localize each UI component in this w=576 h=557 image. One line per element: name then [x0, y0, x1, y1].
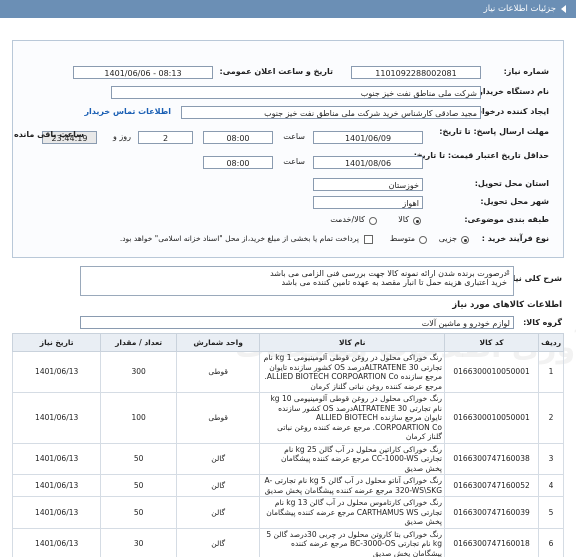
treasury-payment-checkbox[interactable] — [364, 235, 373, 244]
purchase-type-label: نوع فرآیند خرید : — [481, 234, 549, 243]
table-row[interactable]: 5 0166300747160039 رنگ خوراکی کارتاموس محل… — [11, 496, 564, 529]
goods-table: ردیف کد کالا نام کالا واحد شمارش تعداد /… — [11, 333, 564, 557]
deadline-time-field: 08:00 — [203, 131, 273, 144]
day-label: روز و — [113, 132, 131, 141]
category-goods-service-radio[interactable] — [369, 217, 377, 225]
goods-section-title: اطلاعات کالاهای مورد نیاز — [452, 300, 562, 310]
row-number-cell: 6 — [538, 527, 564, 557]
goods-name-cell: رنگ خوراکی محلول در روغن قوطی آلومینیومی… — [259, 351, 446, 393]
goods-name-cell: رنگ خوراکی کاراتین محلول در آب گالن 25 k… — [259, 442, 446, 475]
quantity-cell: 50 — [100, 496, 177, 529]
category-goods-service-label: کالا/خدمت — [330, 215, 365, 224]
creator-field: مجید صادقی کارشناس خرید شرکت ملی مناطق ن… — [181, 106, 481, 119]
row-number-cell: 5 — [538, 496, 564, 529]
need-date-cell: 1401/06/13 — [11, 527, 102, 557]
goods-group-field: لوازم خودرو و ماشین آلات — [80, 316, 514, 329]
info-panel: شماره نیاز: 1101092288002081 تاریخ و ساع… — [12, 40, 564, 258]
col-quantity: تعداد / مقدار — [100, 333, 177, 352]
announce-label: تاریخ و ساعت اعلان عمومی: — [219, 67, 334, 76]
unit-cell: گالن — [175, 474, 261, 497]
goods-table-body: 1 0166300010050001 رنگ خوراکی محلول در روغ… — [11, 351, 564, 557]
province-label: استان محل تحویل: — [474, 179, 549, 188]
collapse-triangle-icon[interactable] — [561, 5, 566, 13]
quantity-cell: 50 — [100, 474, 177, 497]
col-goods-name: نام کالا — [259, 333, 446, 352]
goods-code-cell: 0166300747160038 — [444, 442, 540, 475]
remaining-time-label: ساعت باقی مانده — [14, 130, 85, 139]
col-row-number: ردیف — [538, 333, 564, 352]
buyer-org-field: شرکت ملی مناطق نفت خیز جنوب — [111, 86, 481, 99]
goods-code-cell: 0166300747160018 — [444, 527, 540, 557]
quantity-cell: 30 — [100, 527, 177, 557]
treasury-payment-note: پرداخت تمام یا بخشی از مبلغ خرید،از محل … — [119, 234, 359, 243]
price-validity-label: حداقل تاریخ اعتبار قیمت: تا تاریخ: — [413, 151, 549, 160]
need-date-cell: 1401/06/13 — [11, 351, 102, 393]
goods-name-cell: رنگ خوراکی بتا کاروتن محلول در چربی 30در… — [259, 527, 446, 557]
row-number-cell: 2 — [538, 392, 564, 444]
buyer-org-label: نام دستگاه خریدار: — [475, 87, 549, 96]
category-goods-radio[interactable] — [413, 217, 421, 225]
city-field: اهواز — [313, 196, 423, 209]
description-line-1: درصورت برنده شدن ارائه نمونه کالا جهت بر… — [270, 269, 507, 278]
need-date-cell: 1401/06/13 — [11, 496, 102, 529]
province-field: خوزستان — [313, 178, 423, 191]
row-number-cell: 1 — [538, 351, 564, 393]
unit-cell: گالن — [175, 496, 261, 529]
goods-code-cell: 0166300010050001 — [444, 392, 540, 444]
purchase-type-medium-radio[interactable] — [419, 236, 427, 244]
goods-code-cell: 0166300747160039 — [444, 496, 540, 529]
table-row[interactable]: 3 0166300747160038 رنگ خوراکی کاراتین محلو… — [11, 442, 564, 475]
goods-code-cell: 0166300747160052 — [444, 474, 540, 497]
quantity-cell: 50 — [100, 442, 177, 475]
goods-name-cell: رنگ خوراکی آناتو محلول در آب گالن 5 kg ن… — [259, 474, 446, 497]
deadline-label: مهلت ارسال پاسخ: تا تاریخ: — [439, 127, 549, 136]
table-row[interactable]: 1 0166300010050001 رنگ خوراکی محلول در روغ… — [11, 351, 564, 393]
category-goods-label: کالا — [398, 215, 409, 224]
table-row[interactable]: 2 0166300010050001 رنگ خوراکی محلول در روغ… — [11, 392, 564, 444]
row-number-cell: 4 — [538, 474, 564, 497]
need-number-label: شماره نیاز: — [503, 67, 549, 76]
goods-code-cell: 0166300010050001 — [444, 351, 540, 393]
row-number-cell: 3 — [538, 442, 564, 475]
need-date-cell: 1401/06/13 — [11, 474, 102, 497]
table-row[interactable]: 4 0166300747160052 رنگ خوراکی آناتو محلول … — [11, 474, 564, 497]
need-number-field: 1101092288002081 — [351, 66, 481, 79]
announce-field: 1401/06/06 - 08:13 — [73, 66, 213, 79]
price-date-field: 1401/08/06 — [313, 156, 423, 169]
purchase-type-medium-label: متوسط — [389, 234, 415, 243]
goods-name-cell: رنگ خوراکی کارتاموس محلول در آب گالن 13 … — [259, 496, 446, 529]
price-time-label: ساعت — [283, 157, 305, 166]
col-need-date: تاریخ نیاز — [11, 333, 102, 352]
resize-grip-icon[interactable]: ⇕ — [505, 269, 511, 277]
need-details-page: جزئیات اطلاعات نیاز شماره نیاز: 11010922… — [0, 0, 576, 557]
description-textarea[interactable]: ⇕ درصورت برنده شدن ارائه نمونه کالا جهت … — [80, 266, 514, 296]
page-title: جزئیات اطلاعات نیاز — [483, 4, 556, 14]
unit-cell: گالن — [175, 442, 261, 475]
goods-name-cell: رنگ خوراکی محلول در روغن قوطی آلومینیومی… — [259, 392, 446, 444]
price-time-field: 08:00 — [203, 156, 273, 169]
days-field: 2 — [138, 131, 193, 144]
deadline-time-label: ساعت — [283, 132, 305, 141]
goods-group-label: گروه کالا: — [523, 318, 562, 327]
purchase-type-partial-label: جزیی — [438, 234, 457, 243]
col-goods-code: کد کالا — [444, 333, 540, 352]
purchase-type-partial-radio[interactable] — [461, 236, 469, 244]
deadline-date-field: 1401/06/09 — [313, 131, 423, 144]
unit-cell: گالن — [175, 527, 261, 557]
category-label: طبقه بندی موضوعی: — [464, 215, 549, 224]
table-row[interactable]: 6 0166300747160018 رنگ خوراکی بتا کاروتن م… — [11, 527, 564, 557]
need-date-cell: 1401/06/13 — [11, 392, 102, 444]
contact-info-link[interactable]: اطلاعات تماس خریدار — [84, 105, 171, 119]
quantity-cell: 300 — [100, 351, 177, 393]
city-label: شهر محل تحویل: — [480, 197, 549, 206]
page-header: جزئیات اطلاعات نیاز — [0, 0, 576, 18]
unit-cell: قوطی — [175, 392, 261, 444]
description-line-2: خرید اعتباری هزینه حمل تا انبار مقصد به … — [281, 278, 507, 287]
col-unit: واحد شمارش — [175, 333, 261, 352]
quantity-cell: 100 — [100, 392, 177, 444]
goods-table-header: ردیف کد کالا نام کالا واحد شمارش تعداد /… — [11, 333, 564, 352]
unit-cell: قوطی — [175, 351, 261, 393]
need-date-cell: 1401/06/13 — [11, 442, 102, 475]
